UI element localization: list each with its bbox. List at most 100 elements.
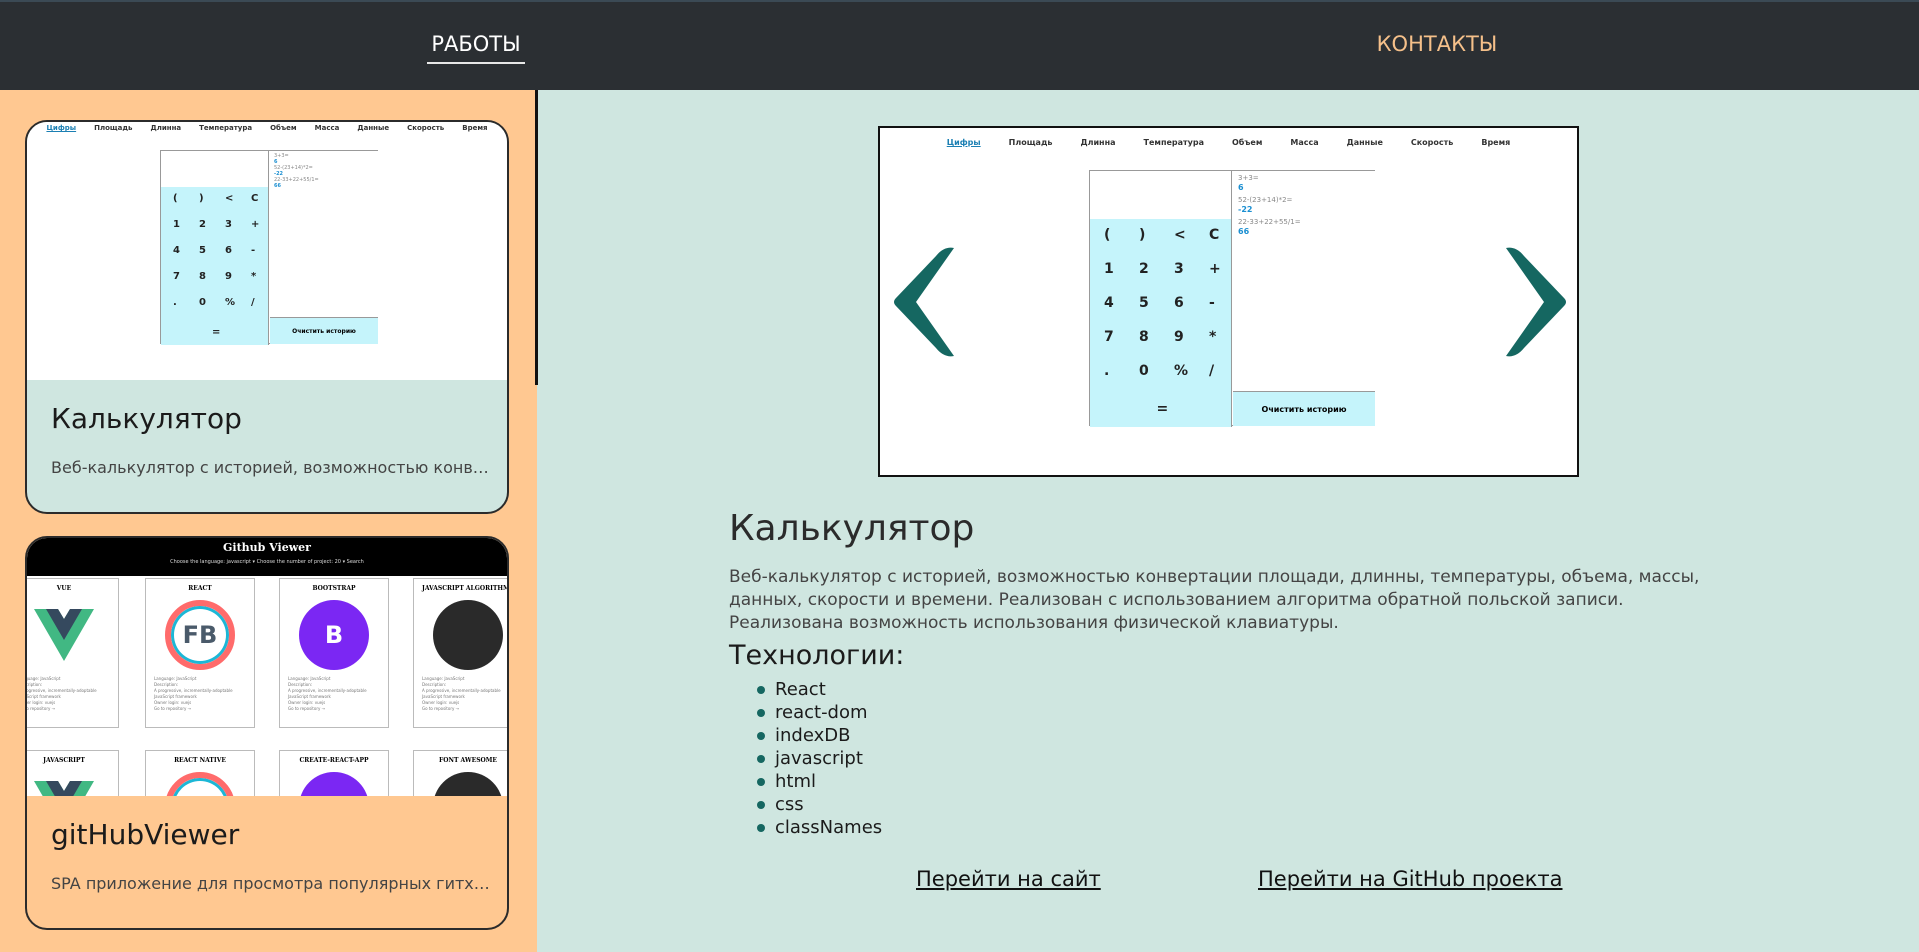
menu-item: Длинна — [150, 124, 182, 132]
repo-detail-line: A progressive, incrementally-adoptable J… — [288, 688, 367, 699]
calculator-keypad: () < C 1 2 3 +4 5 6 - 7 8 9 *. 0% / = — [1090, 219, 1232, 427]
calculator-key: < — [225, 193, 234, 204]
repo-name: VUE — [56, 585, 72, 592]
calculator-key: + — [251, 219, 260, 230]
calculator-key: / — [251, 297, 255, 308]
calculator-thumb-menu: Цифры Площадь Длинна Температура Объем Масса Д… — [27, 124, 507, 132]
repo-details: Language: JavaScriptDescription:A progre… — [146, 670, 254, 712]
repo-name: REACT NATIVE — [174, 757, 226, 764]
repo-logo-icon — [433, 600, 503, 670]
repo-detail-line: Go to repository → — [422, 706, 459, 711]
history-expression: 52-(23+14)*2= — [1238, 196, 1293, 204]
technology-item: react-dom — [757, 701, 882, 724]
repo-name: FONT AWESOME — [439, 757, 497, 764]
technologies-heading: Технологии: — [729, 640, 905, 671]
menu-item: Данные — [1346, 138, 1383, 147]
calculator-key: + — [1209, 261, 1221, 277]
repo-detail-line: A progressive, incrementally-adoptable J… — [154, 688, 233, 699]
menu-item: Цифры — [46, 124, 77, 132]
repo-card: REACT FB Language: JavaScript Description: A… — [145, 578, 255, 728]
repo-details: Language: JavaScriptDescription:A progre… — [280, 670, 388, 712]
calculator-keypad: () < C 1 2 3 +4 5 6 - 7 8 9 *. 0% / = — [161, 187, 269, 345]
repo-detail-line: Go to repository → — [27, 706, 55, 711]
menu-item: Температура — [1143, 138, 1204, 147]
calculator-key: % — [1174, 363, 1189, 379]
repo-detail-line: A progressive, incrementally-adoptable J… — [422, 688, 501, 699]
menu-item: Масса — [1290, 138, 1319, 147]
calculator-key: 2 — [199, 219, 206, 230]
githubviewer-thumbnail: Github Viewer Choose the language: javas… — [27, 538, 507, 796]
top-navigation: РАБОТЫ КОНТАКТЫ — [0, 0, 1919, 90]
repo-logo-icon: B — [299, 772, 369, 796]
nav-works-link[interactable]: РАБОТЫ — [427, 32, 525, 64]
technology-item: classNames — [757, 816, 882, 839]
technology-item: indexDB — [757, 724, 882, 747]
project-description: Веб-калькулятор с историей, возможностью… — [729, 567, 1700, 633]
technology-item: React — [757, 678, 882, 701]
githubviewer-controls: Choose the language: javascript ▾ Choose… — [170, 559, 364, 565]
calculator-thumb-body: () < C 1 2 3 +4 5 6 - 7 8 9 *. 0% / = 3+3= 6 52-(23+14)*… — [160, 150, 378, 345]
calculator-equals-key: = — [1156, 401, 1169, 417]
calculator-equals-key: = — [212, 327, 221, 338]
history-result: 66 — [274, 183, 281, 189]
calculator-key: * — [1209, 329, 1217, 345]
chevron-left-icon[interactable] — [884, 240, 964, 360]
repo-detail-line: Go to repository → — [154, 706, 191, 711]
repo-name: BOOTSTRAP — [312, 585, 356, 592]
repo-name: JAVASCRIPT — [43, 757, 85, 764]
calculator-thumbnail: Цифры Площадь Длинна Температура Объем Масса Д… — [27, 122, 507, 380]
menu-item: Объем — [1232, 138, 1263, 147]
technology-item: html — [757, 770, 882, 793]
calculator-key: / — [1209, 363, 1215, 379]
clear-history-button: Очистить историю — [270, 317, 378, 344]
calculator-display — [161, 151, 269, 187]
repo-name: CREATE-REACT-APP — [299, 757, 369, 764]
chevron-right-icon[interactable] — [1496, 240, 1576, 360]
calculator-key: 9 — [1174, 329, 1184, 345]
repo-logo-icon — [433, 772, 503, 796]
card-description: SPA приложение для просмотра популярных … — [51, 874, 491, 893]
project-card-calculator[interactable]: Цифры Площадь Длинна Температура Объем Масса Д… — [25, 120, 509, 514]
calculator-key: 2 — [1139, 261, 1149, 277]
calculator-key: * — [251, 271, 257, 282]
calculator-key: 5 — [199, 245, 206, 256]
calculator-key: C — [251, 193, 259, 204]
card-description: Веб-калькулятор с историей, возможностью… — [51, 458, 491, 477]
github-project-link[interactable]: Перейти на GitHub проекта — [1258, 867, 1563, 891]
calculator-key: 9 — [225, 271, 232, 282]
menu-item: Время — [1481, 138, 1511, 147]
calculator-key: 0 — [1139, 363, 1149, 379]
history-result: 6 — [1238, 183, 1244, 192]
calculator-history: 3+3= 6 52-(23+14)*2= -22 22-33+22+55/1= … — [1233, 171, 1375, 391]
sidebar-scrollbar[interactable] — [535, 90, 538, 385]
calculator-key: . — [173, 297, 177, 308]
calculator-display — [1090, 171, 1232, 219]
repo-name: REACT — [188, 585, 212, 592]
card-title: gitHubViewer — [51, 818, 240, 851]
calculator-key: ( — [173, 193, 178, 204]
calculator-key: 3 — [225, 219, 232, 230]
history-result: -22 — [1238, 205, 1253, 214]
repo-logo-icon: FB — [165, 772, 235, 796]
calculator-key: 1 — [173, 219, 180, 230]
menu-item: Масса — [314, 124, 340, 132]
githubviewer-header: Github Viewer Choose the language: javas… — [27, 538, 507, 576]
calculator-key: - — [251, 245, 256, 256]
project-title: Калькулятор — [729, 508, 975, 549]
menu-item: Скорость — [407, 124, 445, 132]
calculator-key: % — [225, 297, 236, 308]
repo-logo-icon — [29, 772, 99, 796]
repo-logo-icon: B — [299, 600, 369, 670]
calculator-key: 3 — [1174, 261, 1184, 277]
project-screenshot-carousel: Цифры Площадь Длинна Температура Объем Масса Д… — [878, 126, 1579, 477]
calculator-preview: () < C 1 2 3 +4 5 6 - 7 8 9 *. 0% / = 3+3= 6 52-(23+14)*… — [1089, 170, 1375, 427]
nav-contacts-link[interactable]: КОНТАКТЫ — [1370, 32, 1504, 56]
menu-item: Цифры — [946, 138, 981, 147]
repo-card: CREATE-REACT-APPBLanguage: JavaScriptDes… — [279, 750, 389, 796]
history-expression: 3+3= — [1238, 174, 1259, 182]
technology-item: css — [757, 793, 882, 816]
clear-history-button: Очистить историю — [1233, 391, 1375, 426]
calculator-key: 1 — [1104, 261, 1114, 277]
project-card-githubviewer[interactable]: Github Viewer Choose the language: javas… — [25, 536, 509, 930]
visit-site-link[interactable]: Перейти на сайт — [916, 867, 1101, 891]
